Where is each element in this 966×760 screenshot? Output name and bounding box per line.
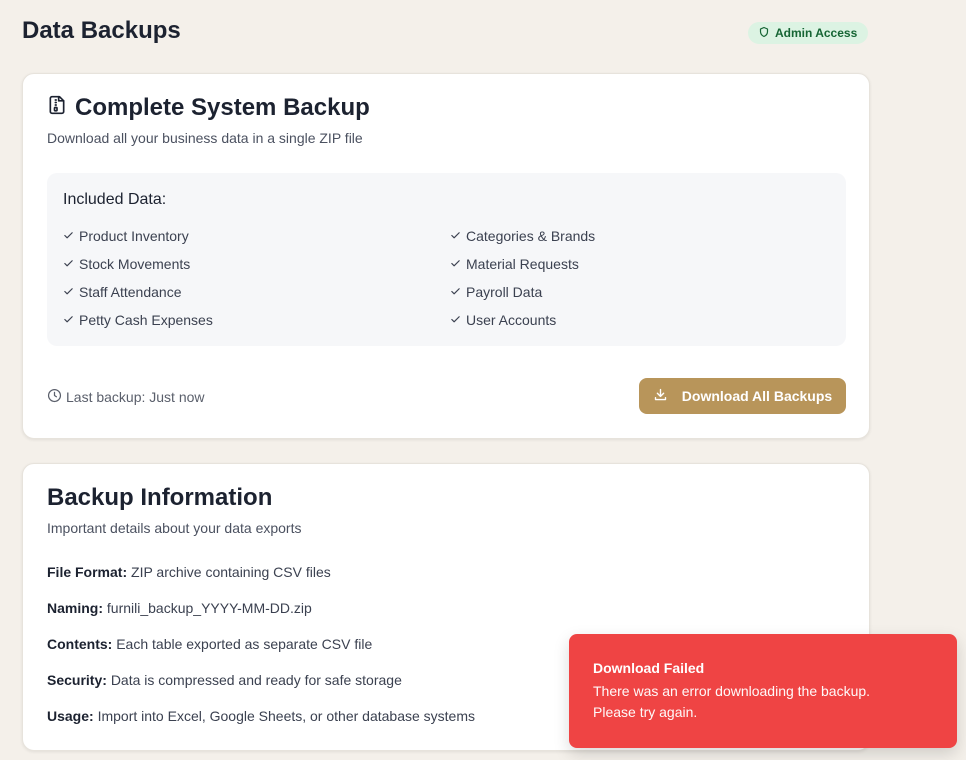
info-value: furnili_backup_YYYY-MM-DD.zip: [106, 600, 312, 616]
download-icon: [653, 387, 668, 405]
included-item-label: Payroll Data: [466, 284, 543, 300]
info-value: Data is compressed and ready for safe st…: [110, 672, 402, 688]
complete-backup-card: Complete System Backup Download all your…: [22, 73, 870, 439]
included-data-title: Included Data:: [63, 191, 167, 208]
included-item: Stock Movements: [63, 256, 190, 272]
included-item-label: Stock Movements: [79, 256, 191, 272]
page-title: Data Backups: [22, 17, 181, 44]
included-item-label: Categories & Brands: [466, 228, 596, 244]
included-item: User Accounts: [450, 312, 556, 328]
info-label: Naming:: [47, 600, 103, 616]
info-value: Each table exported as separate CSV file: [116, 636, 373, 652]
last-backup-text: Last backup: Just now: [66, 389, 205, 405]
included-item: Product Inventory: [63, 228, 189, 244]
download-all-backups-button[interactable]: Download All Backups: [639, 378, 846, 414]
info-label: Contents:: [47, 636, 113, 652]
clock-icon: [47, 388, 62, 406]
check-icon: [450, 312, 461, 328]
check-icon: [450, 284, 461, 300]
included-item: Categories & Brands: [450, 228, 595, 244]
info-value: Import into Excel, Google Sheets, or oth…: [97, 708, 475, 724]
admin-access-label: Admin Access: [775, 26, 858, 40]
info-row-usage: Usage: Import into Excel, Google Sheets,…: [47, 708, 475, 724]
backup-information-title: Backup Information: [47, 484, 272, 512]
backup-information-title-text: Backup Information: [47, 484, 273, 511]
info-row-contents: Contents: Each table exported as separat…: [47, 636, 372, 652]
download-failed-toast[interactable]: Download Failed There was an error downl…: [569, 634, 957, 748]
included-item: Payroll Data: [450, 284, 542, 300]
info-label: Usage:: [47, 708, 94, 724]
backup-information-subtitle: Important details about your data export…: [47, 520, 302, 536]
toast-title: Download Failed: [593, 660, 705, 676]
info-row-naming: Naming: furnili_backup_YYYY-MM-DD.zip: [47, 600, 312, 616]
info-label: Security:: [47, 672, 107, 688]
complete-backup-subtitle: Download all your business data in a sin…: [47, 130, 363, 146]
info-row-file-format: File Format: ZIP archive containing CSV …: [47, 564, 331, 580]
check-icon: [63, 256, 74, 272]
check-icon: [63, 284, 74, 300]
included-item: Material Requests: [450, 256, 579, 272]
admin-access-badge: Admin Access: [748, 22, 869, 44]
included-item-label: Petty Cash Expenses: [79, 312, 213, 328]
complete-backup-title-text: Complete System Backup: [75, 94, 370, 121]
check-icon: [63, 228, 74, 244]
check-icon: [450, 256, 461, 272]
info-value: ZIP archive containing CSV files: [131, 564, 331, 580]
included-data-panel: Included Data: Product Inventory Stock M…: [47, 173, 846, 346]
check-icon: [63, 312, 74, 328]
included-item-label: Staff Attendance: [79, 284, 182, 300]
included-item: Staff Attendance: [63, 284, 182, 300]
toast-message: There was an error downloading the backu…: [593, 683, 871, 720]
shield-icon: [758, 26, 770, 41]
download-all-backups-label: Download All Backups: [681, 388, 833, 404]
info-label: File Format:: [47, 564, 128, 580]
page: Data Backups Admin Access Complete Syste…: [0, 0, 966, 760]
check-icon: [450, 228, 461, 244]
last-backup-status: Last backup: Just now: [47, 388, 205, 406]
complete-backup-title: Complete System Backup: [47, 94, 370, 122]
included-item: Petty Cash Expenses: [63, 312, 213, 328]
file-archive-icon: [47, 94, 67, 122]
included-item-label: Product Inventory: [79, 228, 189, 244]
included-item-label: Material Requests: [466, 256, 579, 272]
included-item-label: User Accounts: [466, 312, 557, 328]
info-row-security: Security: Data is compressed and ready f…: [47, 672, 402, 688]
